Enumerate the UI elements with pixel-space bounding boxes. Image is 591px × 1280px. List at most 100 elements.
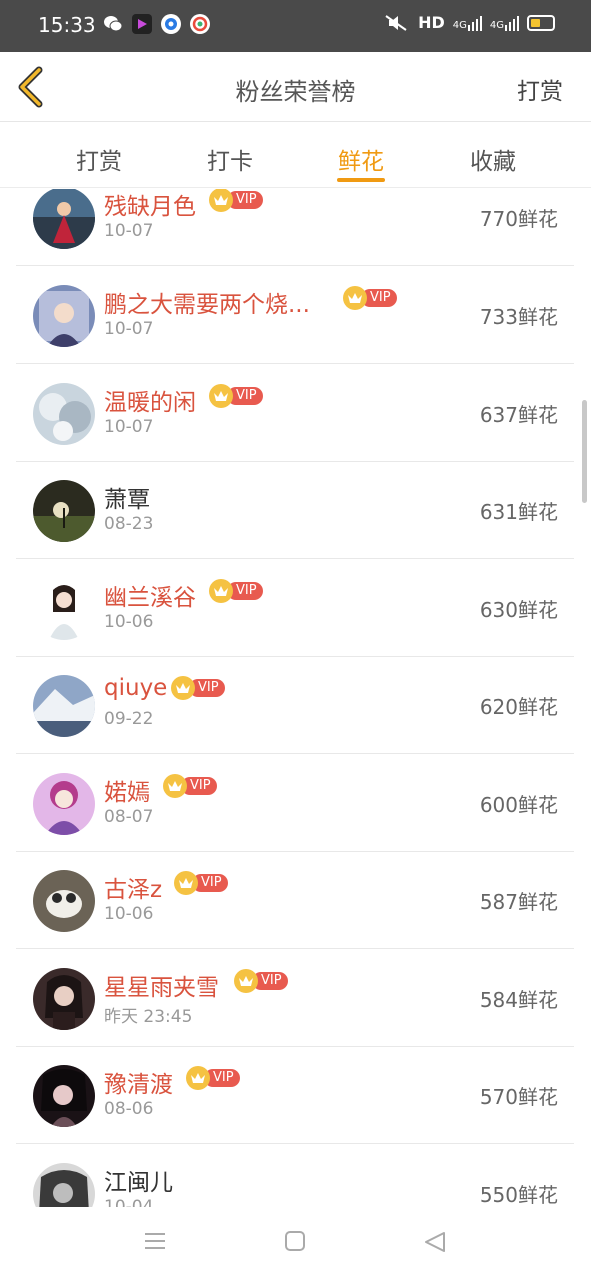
flower-amount: 550鲜花 [479, 1183, 558, 1207]
fan-name: 古泽z [104, 877, 163, 903]
flower-amount: 584鲜花 [479, 988, 558, 1012]
back-triangle-icon [425, 1232, 445, 1252]
fan-name: 鹏之大需要两个烧... [104, 292, 310, 318]
gallery-icon [190, 14, 210, 34]
scrollbar[interactable] [582, 400, 587, 503]
avatar [33, 870, 95, 932]
vip-badge: VIP [209, 579, 263, 603]
fan-date: 10-07 [104, 319, 154, 339]
avatar [33, 285, 95, 347]
status-indicators: HD 4G 4G [384, 13, 555, 32]
vip-badge: VIP [343, 286, 397, 310]
list-item[interactable]: 江闽儿 10-04 550鲜花 [16, 1145, 574, 1207]
fan-date: 10-04 [104, 1197, 154, 1207]
battery-icon [527, 14, 555, 31]
crown-icon [234, 969, 258, 993]
back-nav-button[interactable] [424, 1231, 446, 1257]
list-item[interactable]: 幽兰溪谷 VIP 10-06 630鲜花 [16, 560, 574, 657]
fan-name: 温暖的闲 [104, 390, 196, 416]
fan-date: 10-06 [104, 904, 154, 924]
flower-amount: 620鲜花 [479, 695, 558, 719]
avatar [33, 675, 95, 737]
status-time: 15:33 [38, 13, 96, 37]
fan-name: 婼嫣 [104, 780, 150, 806]
flower-amount: 600鲜花 [479, 793, 558, 817]
tab-flowers[interactable]: 鲜花 [321, 142, 401, 176]
tab-favorites[interactable]: 收藏 [453, 142, 533, 176]
crown-icon [209, 384, 233, 408]
avatar [33, 1065, 95, 1127]
fan-name: 萧覃 [104, 487, 150, 513]
list-item[interactable]: 婼嫣 VIP 08-07 600鲜花 [16, 755, 574, 852]
avatar [33, 773, 95, 835]
fan-name: qiuye [104, 675, 168, 701]
tab-reward[interactable]: 打赏 [59, 142, 139, 176]
vip-badge: VIP [186, 1066, 240, 1090]
status-bar: 15:33 HD 4G 4G [0, 0, 591, 52]
fan-date: 10-07 [104, 221, 154, 241]
vip-badge: VIP [174, 871, 228, 895]
avatar [33, 968, 95, 1030]
page-header: 粉丝荣誉榜 打赏 [0, 52, 591, 122]
flower-amount: 770鲜花 [479, 207, 558, 231]
list-item[interactable]: qiuye VIP 09-22 620鲜花 [16, 657, 574, 754]
vip-badge: VIP [209, 189, 263, 212]
fan-name: 豫清渡 [104, 1072, 173, 1098]
flower-amount: 733鲜花 [479, 305, 558, 329]
mute-icon [385, 14, 407, 31]
avatar [33, 1163, 95, 1207]
list-item[interactable]: 残缺月色 VIP 10-07 770鲜花 [16, 189, 574, 266]
crown-icon [343, 286, 367, 310]
avatar [33, 578, 95, 640]
crown-icon [171, 676, 195, 700]
vip-badge: VIP [163, 774, 217, 798]
list-item[interactable]: 豫清渡 VIP 08-06 570鲜花 [16, 1047, 574, 1144]
fan-date: 昨天 23:45 [104, 1007, 193, 1027]
list-item[interactable]: 温暖的闲 VIP 10-07 637鲜花 [16, 365, 574, 462]
list-item[interactable]: 萧覃 08-23 631鲜花 [16, 462, 574, 559]
tab-bar: 打赏 打卡 鲜花 收藏 [0, 123, 591, 188]
reward-button[interactable]: 打赏 [517, 72, 563, 106]
network-type-1: 4G [452, 19, 467, 31]
vip-badge: VIP [171, 676, 225, 700]
avatar [33, 383, 95, 445]
list-item[interactable]: 鹏之大需要两个烧... VIP 10-07 733鲜花 [16, 267, 574, 364]
signal-icon-2: 4G [490, 15, 519, 31]
vip-badge: VIP [234, 969, 288, 993]
vip-badge: VIP [209, 384, 263, 408]
status-app-icons [103, 14, 210, 34]
fan-date: 08-07 [104, 807, 154, 827]
menu-button[interactable] [144, 1231, 166, 1255]
tab-checkin[interactable]: 打卡 [190, 142, 270, 176]
fan-date: 08-06 [104, 1099, 154, 1119]
network-type-2: 4G [489, 19, 504, 31]
flower-amount: 630鲜花 [479, 598, 558, 622]
home-square-icon [285, 1231, 305, 1251]
list-item[interactable]: 星星雨夹雪 VIP 昨天 23:45 584鲜花 [16, 950, 574, 1047]
active-tab-indicator [337, 178, 385, 182]
menu-icon [145, 1233, 165, 1249]
flower-amount: 570鲜花 [479, 1085, 558, 1109]
fan-date: 10-07 [104, 417, 154, 437]
fan-list[interactable]: 残缺月色 VIP 10-07 770鲜花 鹏之大需要两个烧... VIP 10-… [0, 189, 591, 1207]
flower-amount: 637鲜花 [479, 403, 558, 427]
fan-date: 10-06 [104, 612, 154, 632]
browser-icon [161, 14, 181, 34]
system-nav-bar [0, 1207, 591, 1280]
signal-icon: 4G [453, 15, 482, 31]
home-button[interactable] [285, 1231, 305, 1255]
fan-name: 星星雨夹雪 [104, 975, 219, 1001]
wechat-icon [103, 14, 123, 34]
list-item[interactable]: 古泽z VIP 10-06 587鲜花 [16, 852, 574, 949]
avatar [33, 480, 95, 542]
crown-icon [209, 189, 233, 212]
crown-icon [209, 579, 233, 603]
crown-icon [186, 1066, 210, 1090]
flower-amount: 631鲜花 [479, 500, 558, 524]
crown-icon [174, 871, 198, 895]
flower-amount: 587鲜花 [479, 890, 558, 914]
fan-date: 08-23 [104, 514, 154, 534]
hd-indicator: HD [418, 13, 445, 32]
avatar [33, 189, 95, 249]
fan-name: 江闽儿 [104, 1170, 173, 1196]
